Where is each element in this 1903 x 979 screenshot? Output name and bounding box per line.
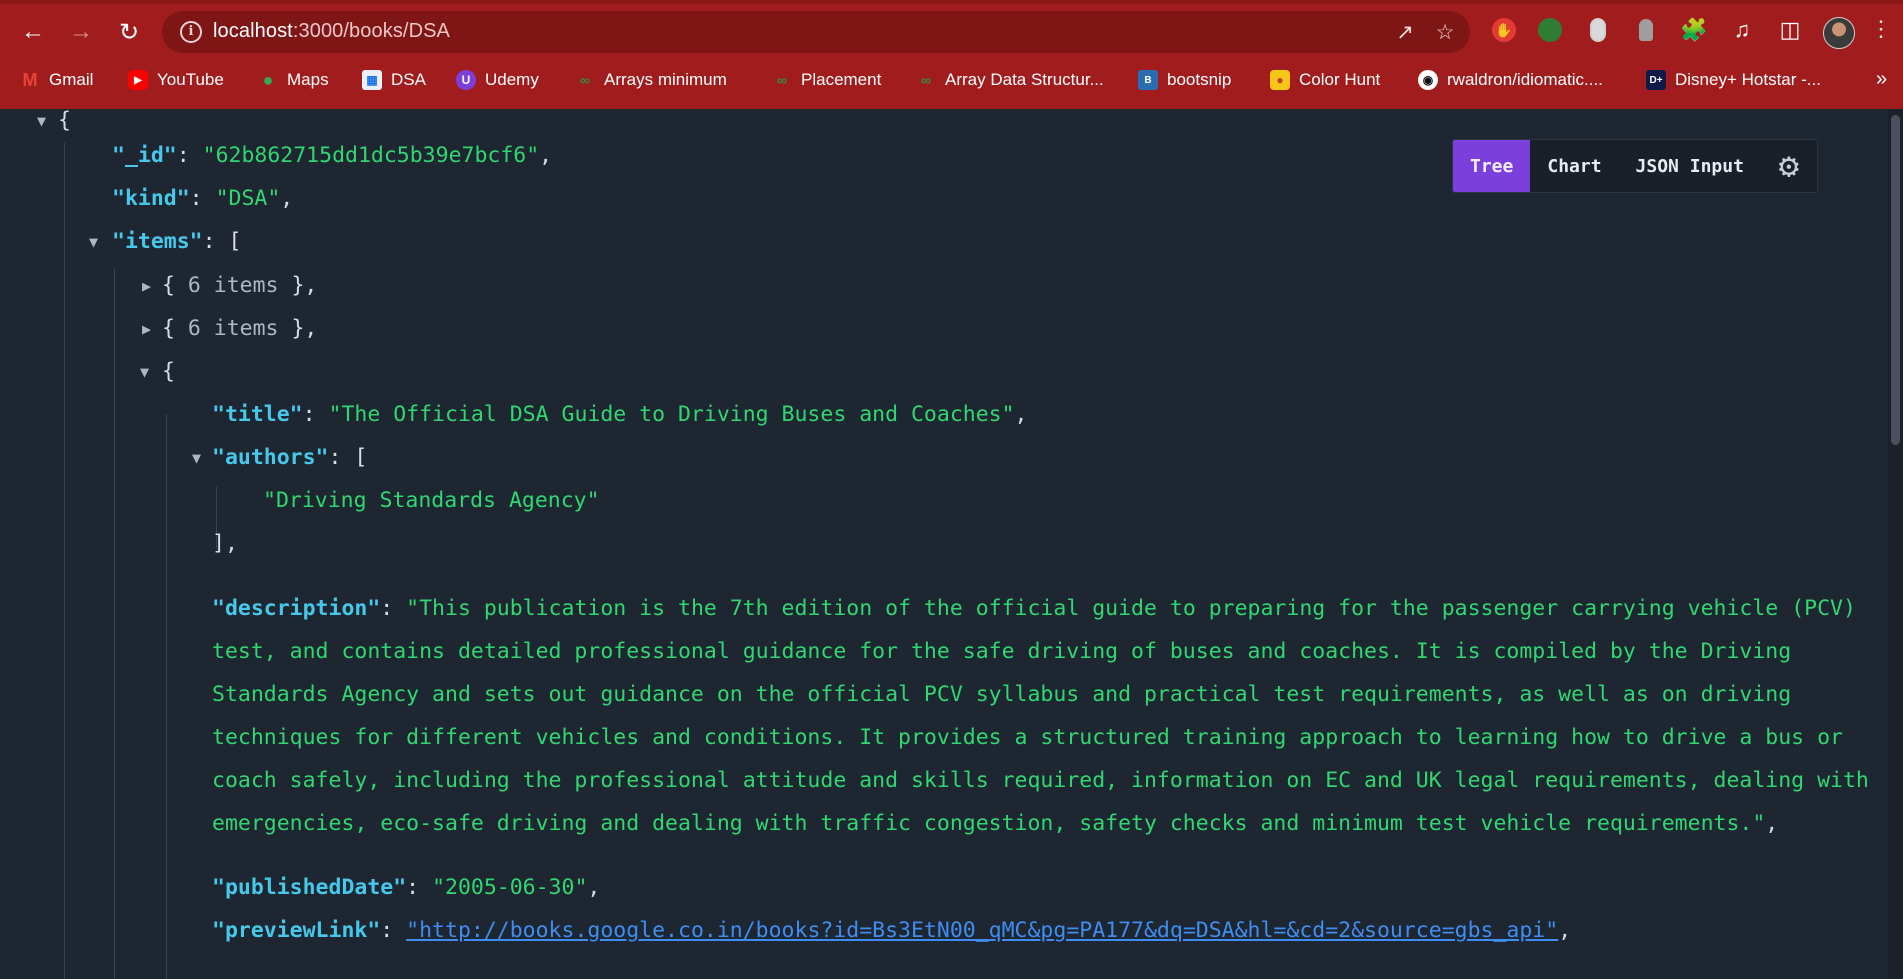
browser-chrome: ← → ↻ i localhost:3000/books/DSA ↗ ☆ ✋ 🧩… xyxy=(0,0,1903,109)
maps-icon: ● xyxy=(262,69,274,90)
youtube-icon: ▶ xyxy=(128,70,148,90)
bookmark-youtube[interactable]: ▶ YouTube xyxy=(128,66,224,94)
json-field-description: "description": "This publication is the … xyxy=(212,596,1869,836)
json-item-open: { xyxy=(162,359,175,384)
back-button[interactable]: ← xyxy=(15,14,51,50)
indent-guide xyxy=(114,269,115,979)
json-field-authors: "authors": [ xyxy=(212,445,368,470)
indent-guide xyxy=(166,414,167,979)
bookmark-udemy[interactable]: U Udemy xyxy=(456,66,539,94)
bookmark-bootsnip[interactable]: B bootsnip xyxy=(1138,66,1231,94)
reload-icon: ↻ xyxy=(118,18,140,46)
forward-button[interactable]: → xyxy=(63,14,99,50)
bookmark-array-data-structure[interactable]: ∞ Array Data Structur... xyxy=(916,66,1104,94)
json-author-value: "Driving Standards Agency" xyxy=(263,488,600,513)
bookmark-rwaldron[interactable]: ◉ rwaldron/idiomatic.... xyxy=(1418,66,1603,94)
expand-toggle[interactable]: ▶ xyxy=(142,314,151,344)
url-text[interactable]: localhost:3000/books/DSA xyxy=(213,20,450,43)
github-icon: ◉ xyxy=(1418,70,1438,90)
bookmark-disney-hotstar[interactable]: D+ Disney+ Hotstar -... xyxy=(1646,66,1821,94)
collapse-toggle[interactable]: ▼ xyxy=(192,443,201,473)
tab-chart[interactable]: Chart xyxy=(1530,140,1619,192)
gmail-icon: M xyxy=(22,69,38,90)
collapse-toggle[interactable]: ▼ xyxy=(89,227,98,257)
extension-adblock-icon[interactable]: ✋ xyxy=(1488,14,1520,46)
profile-avatar[interactable] xyxy=(1823,17,1855,49)
json-field-published-date: "publishedDate": "2005-06-30", xyxy=(212,875,601,900)
viewer-toolbar: Tree Chart JSON Input ⚙ xyxy=(1452,139,1818,193)
json-field-title: "title": "The Official DSA Guide to Driv… xyxy=(212,402,1028,427)
hotstar-icon: D+ xyxy=(1646,70,1666,90)
json-field-items: "items": [ xyxy=(112,229,242,254)
json-viewer: ▼ { "_id": "62b862715dd1dc5b39e7bcf6", "… xyxy=(0,106,1903,979)
json-item-collapsed[interactable]: { 6 items }, xyxy=(162,271,317,301)
colorhunt-icon: ● xyxy=(1270,70,1290,90)
bookmark-icon: ▦ xyxy=(362,70,382,90)
tab-strip-edge xyxy=(0,0,1903,4)
bookmark-color-hunt[interactable]: ● Color Hunt xyxy=(1270,66,1380,94)
media-control-icon[interactable]: ♫ xyxy=(1726,14,1758,46)
tab-json-input[interactable]: JSON Input xyxy=(1618,140,1761,192)
extension-tree-icon[interactable] xyxy=(1534,14,1566,46)
browser-menu-icon[interactable]: ⋮ xyxy=(1870,16,1892,42)
collapse-toggle[interactable]: ▼ xyxy=(140,357,149,387)
bookmark-gmail[interactable]: M Gmail xyxy=(20,66,94,94)
gfg-icon: ∞ xyxy=(580,72,590,88)
scrollbar-thumb[interactable] xyxy=(1891,115,1900,445)
extensions-puzzle-icon[interactable]: 🧩 xyxy=(1678,14,1710,46)
bookmarks-overflow-button[interactable]: » xyxy=(1876,68,1887,91)
json-item-collapsed[interactable]: { 6 items }, xyxy=(162,314,317,344)
bookmark-arrays-minimum[interactable]: ∞ Arrays minimum xyxy=(575,66,727,94)
reload-button[interactable]: ↻ xyxy=(111,14,147,50)
site-info-icon[interactable]: i xyxy=(180,21,202,43)
settings-gear-icon[interactable]: ⚙ xyxy=(1760,140,1817,192)
json-root-open: { xyxy=(58,108,71,133)
json-array-close: ], xyxy=(212,531,238,556)
extension-mouse-icon[interactable] xyxy=(1582,14,1614,46)
json-field-id: "_id": "62b862715dd1dc5b39e7bcf6", xyxy=(112,143,553,168)
arrow-left-icon: ← xyxy=(21,18,45,45)
json-field-kind: "kind": "DSA", xyxy=(112,186,294,211)
expand-toggle[interactable]: ▶ xyxy=(142,271,151,301)
bookmark-dsa[interactable]: ▦ DSA xyxy=(362,66,426,94)
bookmarks-bar: M Gmail ▶ YouTube ● Maps ▦ DSA U Udemy ∞… xyxy=(0,62,1903,98)
extension-ghost-icon[interactable] xyxy=(1630,14,1662,46)
gfg-icon: ∞ xyxy=(921,72,931,88)
preview-link[interactable]: "http://books.google.co.in/books?id=Bs3E… xyxy=(406,918,1558,943)
indent-guide xyxy=(64,143,65,979)
json-field-preview-link: "previewLink": "http://books.google.co.i… xyxy=(212,918,1572,943)
bookmark-star-icon[interactable]: ☆ xyxy=(1432,20,1458,46)
bootsnipp-icon: B xyxy=(1138,70,1158,90)
bookmark-maps[interactable]: ● Maps xyxy=(258,66,329,94)
udemy-icon: U xyxy=(456,70,476,90)
vertical-scrollbar[interactable] xyxy=(1888,109,1903,979)
gfg-icon: ∞ xyxy=(777,72,787,88)
share-icon[interactable]: ↗ xyxy=(1392,20,1418,46)
collapse-toggle[interactable]: ▼ xyxy=(37,106,46,136)
address-bar[interactable]: i localhost:3000/books/DSA ↗ ☆ xyxy=(162,11,1470,53)
side-panel-icon[interactable]: ◫ xyxy=(1774,14,1806,46)
bookmark-placement[interactable]: ∞ Placement xyxy=(772,66,881,94)
tab-tree[interactable]: Tree xyxy=(1453,140,1531,192)
arrow-right-icon: → xyxy=(69,18,93,45)
